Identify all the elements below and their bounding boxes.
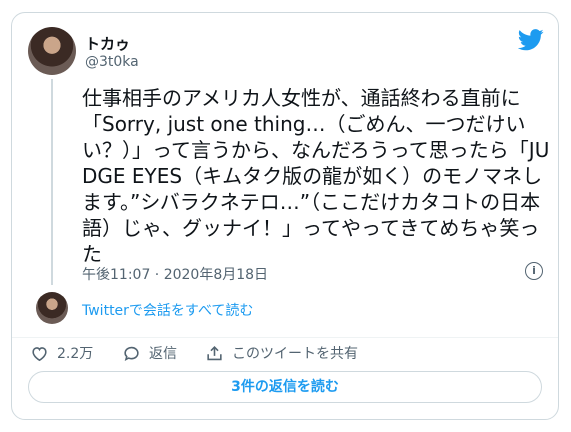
reply-label: 返信 [149, 346, 177, 362]
tweet-timestamp[interactable]: 午後11:07 · 2020年8月18日 [82, 264, 268, 284]
like-button[interactable]: 2.2万 [30, 343, 93, 363]
conversation-avatar[interactable] [36, 292, 68, 324]
upload-icon [207, 345, 222, 360]
read-conversation-link[interactable]: Twitterで会話をすべて読む [82, 300, 253, 320]
author-handle[interactable]: @3t0ka [85, 54, 139, 70]
share-button[interactable]: このツイートを共有 [205, 343, 358, 363]
reply-button[interactable]: 返信 [122, 343, 177, 363]
share-label: このツイートを共有 [232, 346, 358, 362]
speech-bubble-icon [124, 346, 139, 361]
info-icon[interactable]: i [525, 262, 543, 280]
author-avatar[interactable] [28, 27, 76, 75]
thread-line [51, 79, 53, 285]
like-count: 2.2万 [57, 346, 94, 362]
divider [12, 337, 558, 338]
tweet-text: 仕事相手のアメリカ人女性が、通話終わる直前に「Sorry, just one t… [82, 86, 550, 266]
heart-icon [32, 346, 47, 361]
author-display-name[interactable]: トカゥ [85, 33, 130, 54]
twitter-bird-icon[interactable] [518, 29, 544, 51]
read-replies-button[interactable]: 3件の返信を読む [28, 371, 542, 403]
tweet-card: トカゥ @3t0ka 仕事相手のアメリカ人女性が、通話終わる直前に「Sorry,… [11, 12, 559, 420]
